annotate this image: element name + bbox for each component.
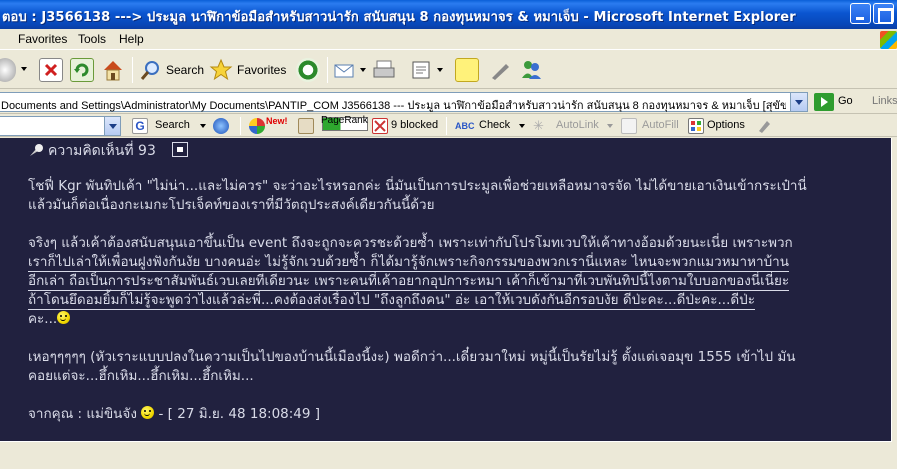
maximize-button[interactable] bbox=[873, 3, 894, 24]
search-button[interactable]: Search bbox=[166, 63, 204, 77]
check-dropdown-icon[interactable] bbox=[519, 124, 525, 128]
paragraph-1-line-1: โชฟี่ Kgr พันทิปเค้า "ไม่น่า...และไม่ควร… bbox=[28, 178, 807, 194]
minimize-button[interactable] bbox=[850, 3, 871, 24]
history-icon[interactable] bbox=[296, 58, 320, 82]
edit-dropdown-icon[interactable] bbox=[437, 68, 443, 72]
paragraph-2-line-3: อีกเล่า ถือเป็นการประชาสัมพันธ์เวบเลยทีเ… bbox=[28, 273, 790, 291]
paragraph-3-line-2: คอยแต่จะ...ฮึ้กเหิม...ฮึ้กเหิม...ฮึ้กเหิ… bbox=[28, 368, 254, 384]
autolink-dropdown-icon[interactable] bbox=[607, 124, 613, 128]
browser-window: ตอบ : J3566138 ---> ประมูล นาฬิกาข้อมือส… bbox=[0, 0, 897, 469]
forward-dropdown-icon[interactable] bbox=[21, 67, 27, 71]
mail-dropdown-icon[interactable] bbox=[360, 68, 366, 72]
toolbar-separator bbox=[327, 57, 328, 83]
menu-tools[interactable]: Tools bbox=[78, 32, 106, 46]
print-icon[interactable] bbox=[372, 58, 396, 82]
go-arrow-icon[interactable] bbox=[814, 93, 834, 111]
google-search-button[interactable]: Search bbox=[155, 119, 190, 131]
smiley-icon bbox=[57, 311, 71, 324]
standard-toolbar: Search Favorites bbox=[0, 51, 897, 89]
favorites-button[interactable]: Favorites bbox=[237, 63, 286, 77]
paragraph-2-line-4: ถ้าโดนยึดอมยิ้มก็ไม่รู้จะพูดว่าไงแล้วล่ะ… bbox=[28, 292, 755, 310]
links-button[interactable]: Links bbox=[872, 95, 897, 107]
author-label: จากคุณ : แม่ขินจัง bbox=[28, 406, 137, 422]
address-dropdown-icon[interactable] bbox=[790, 93, 807, 111]
toolbar-separator bbox=[240, 117, 241, 135]
autofill-icon[interactable] bbox=[621, 118, 637, 134]
address-input[interactable]: Documents and Settings\Administrator\My … bbox=[0, 92, 808, 112]
autolink-icon[interactable]: ✳ bbox=[533, 118, 549, 134]
forward-arrow-icon[interactable] bbox=[0, 58, 16, 82]
toolbar-separator bbox=[446, 117, 447, 135]
paragraph-2-line-5: คะ... bbox=[28, 310, 71, 329]
title-bar: ตอบ : J3566138 ---> ประมูล นาฬิกาข้อมือส… bbox=[0, 0, 897, 29]
options-icon[interactable] bbox=[688, 118, 704, 134]
comment-footer: จากคุณ : แม่ขินจัง - [ 27 มิ.ย. 48 18:08… bbox=[28, 405, 320, 424]
page-content: ความคิดเห็นที่ 93 โชฟี่ Kgr พันทิปเค้า "… bbox=[0, 138, 897, 469]
google-g-icon[interactable]: G bbox=[132, 118, 148, 134]
menu-bar: Favorites Tools Help bbox=[0, 29, 897, 50]
menu-favorites[interactable]: Favorites bbox=[18, 32, 67, 46]
page-background bbox=[0, 442, 897, 469]
options-button[interactable]: Options bbox=[707, 119, 745, 131]
paragraph-2-line-5-text: คะ... bbox=[28, 311, 58, 327]
popups-blocked-button[interactable]: 9 blocked bbox=[391, 119, 438, 131]
paragraph-3-line-1: เหอๆๆๆๆๆ (หัวเราะแบบปลงในความเป็นไปของบ้… bbox=[28, 349, 796, 365]
paragraph-2-line-1: จริงๆ แล้วเค้าต้องสนับสนุนเอาขึ้นเป็น ev… bbox=[28, 235, 793, 251]
refresh-icon[interactable] bbox=[70, 58, 94, 82]
search-options-dropdown-icon[interactable] bbox=[200, 124, 206, 128]
spellcheck-icon[interactable]: ABC bbox=[455, 118, 475, 134]
research-pen-icon[interactable] bbox=[488, 58, 512, 82]
author-smiley-icon bbox=[141, 406, 155, 419]
window-title: ตอบ : J3566138 ---> ประมูล นาฬิกาข้อมือส… bbox=[2, 10, 796, 25]
news-icon[interactable] bbox=[249, 118, 265, 134]
search-icon[interactable] bbox=[139, 58, 163, 82]
edit-icon[interactable] bbox=[410, 58, 434, 82]
paragraph-1-line-2: แล้วมันก็ต่อเนื่องกะเมกะโปรเจ็คท์ของเราท… bbox=[28, 197, 435, 213]
home-icon[interactable] bbox=[101, 58, 125, 82]
globe-icon[interactable] bbox=[213, 118, 229, 134]
discuss-note-icon[interactable] bbox=[455, 58, 479, 82]
google-search-input[interactable] bbox=[0, 116, 121, 136]
comment-panel: ความคิดเห็นที่ 93 โชฟี่ Kgr พันทิปเค้า "… bbox=[0, 138, 892, 442]
google-search-dropdown-icon[interactable] bbox=[104, 117, 120, 135]
favorites-star-icon[interactable] bbox=[209, 58, 233, 82]
address-value: Documents and Settings\Administrator\My … bbox=[1, 100, 786, 112]
autolink-button[interactable]: AutoLink bbox=[556, 119, 599, 131]
autofill-button[interactable]: AutoFill bbox=[642, 119, 679, 131]
mail-icon[interactable] bbox=[333, 58, 357, 82]
comment-anchor-icon[interactable] bbox=[172, 142, 188, 157]
address-bar: Documents and Settings\Administrator\My … bbox=[0, 90, 897, 114]
stop-icon[interactable] bbox=[39, 58, 63, 82]
comment-number: ความคิดเห็นที่ 93 bbox=[48, 143, 156, 159]
menu-help[interactable]: Help bbox=[119, 32, 144, 46]
comment-date: - [ 27 มิ.ย. 48 18:08:49 ] bbox=[158, 406, 321, 422]
pagerank-label: PageRank bbox=[321, 115, 368, 126]
go-button[interactable]: Go bbox=[838, 95, 853, 107]
commenter-icon bbox=[30, 144, 43, 156]
highlighter-icon[interactable] bbox=[756, 118, 772, 134]
windows-logo-icon bbox=[880, 31, 897, 49]
popup-blocker-icon[interactable] bbox=[372, 118, 388, 134]
blog-icon[interactable] bbox=[298, 118, 314, 134]
toolbar-separator bbox=[132, 57, 133, 83]
messenger-icon[interactable] bbox=[519, 58, 543, 82]
google-toolbar: G Search New! PageRank 9 blocked ABC Che… bbox=[0, 115, 897, 137]
spellcheck-button[interactable]: Check bbox=[479, 119, 510, 131]
new-badge: New! bbox=[266, 116, 288, 126]
paragraph-2-line-2: เราก็ไปเล่าให้เพื่อนฝูงฟังกันงัย บางคนอ่… bbox=[28, 254, 789, 272]
